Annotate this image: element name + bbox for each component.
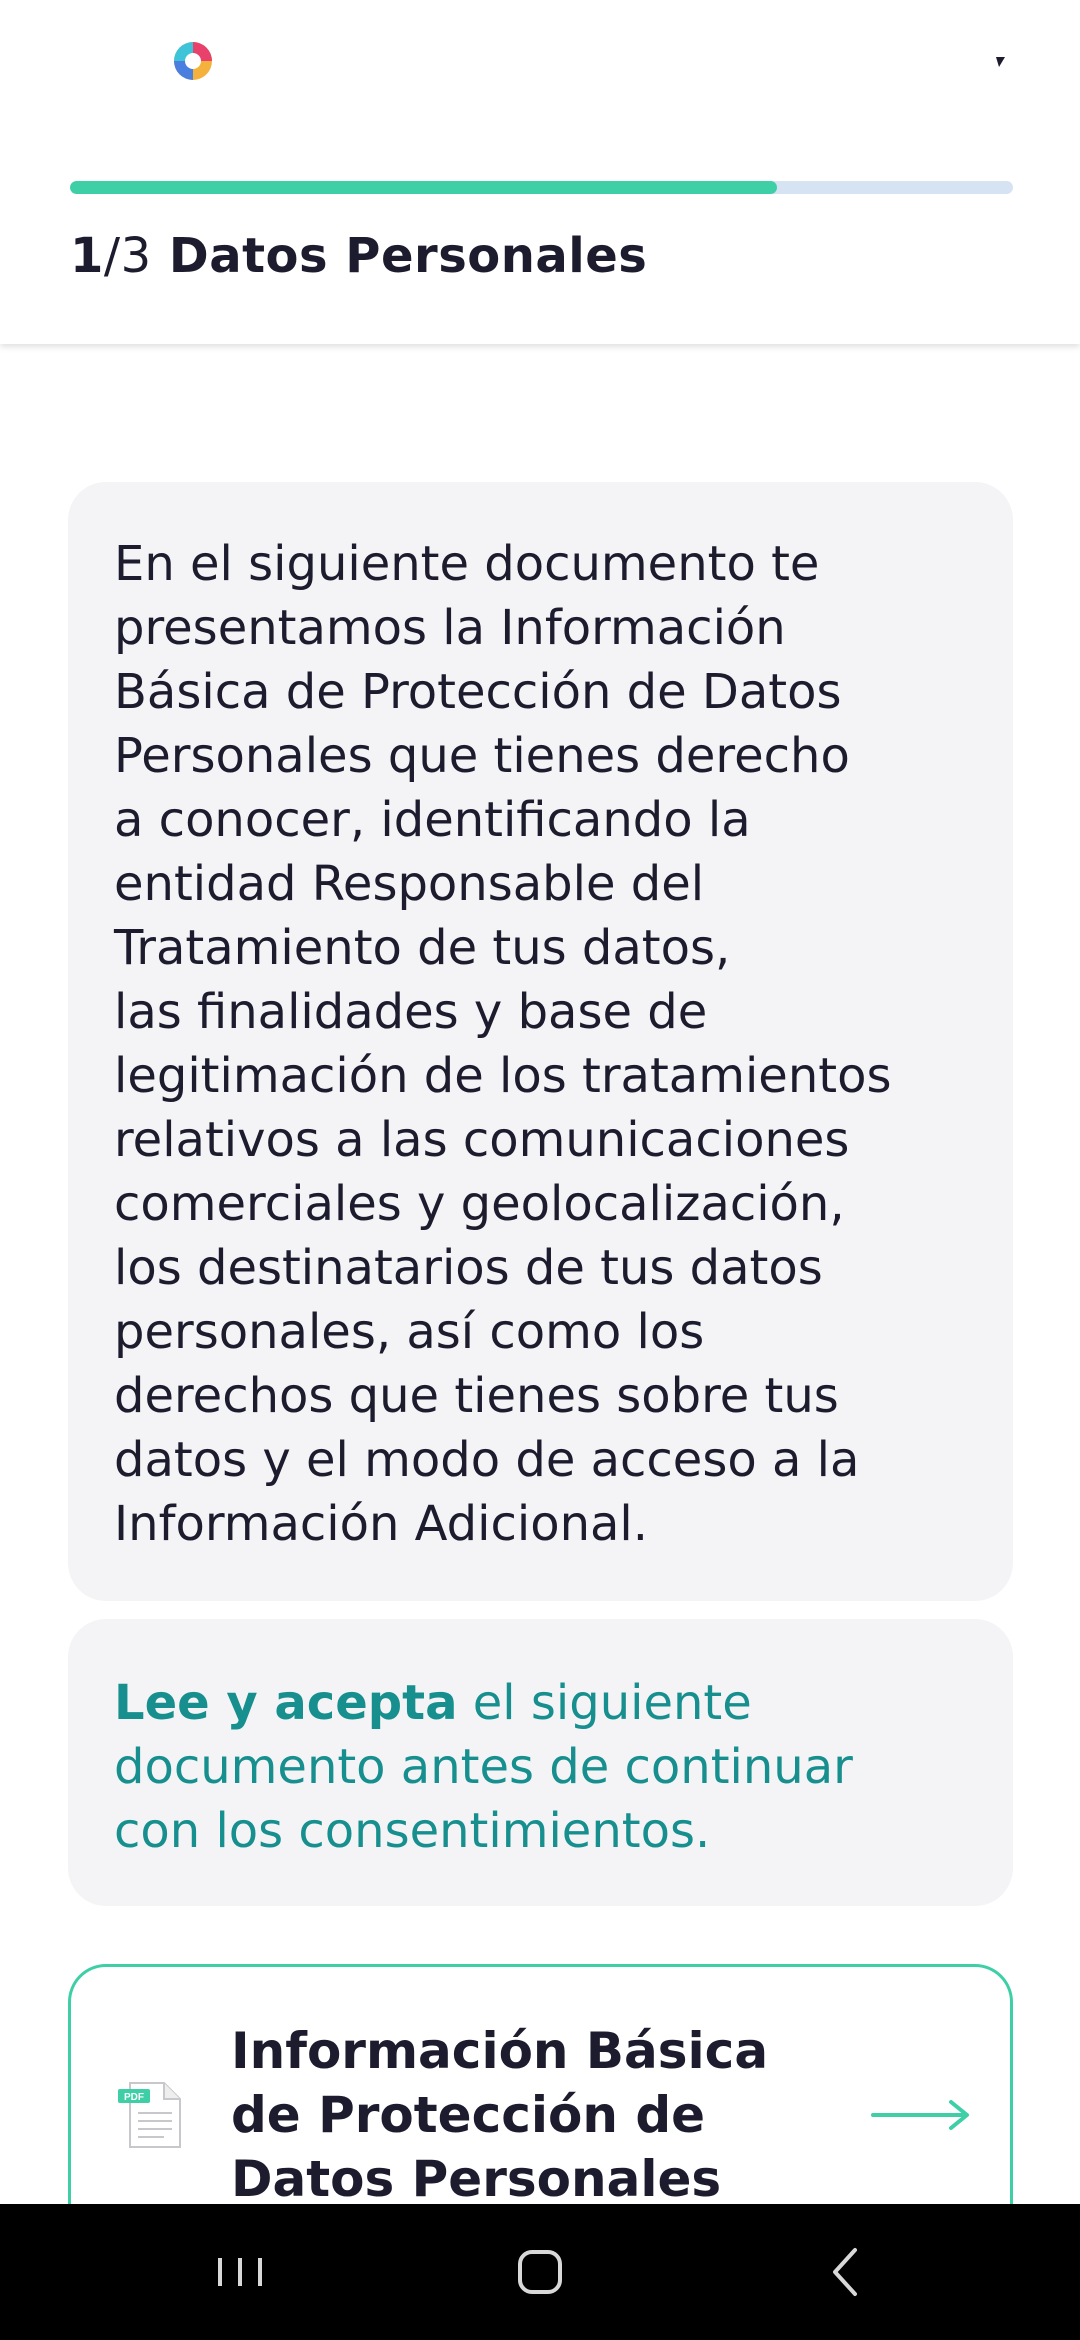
document-card[interactable]: PDF Información Básica de Protección de … <box>68 1964 1013 2224</box>
page-title: 1/3 Datos Personales <box>70 228 647 284</box>
step-label: Datos Personales <box>168 228 648 284</box>
progress-bar-fill <box>70 181 778 194</box>
arrow-right-icon[interactable] <box>871 2099 971 2131</box>
document-title: Información Básica de Protección de Dato… <box>231 2022 769 2208</box>
info-text: En el siguiente documento te presentamos… <box>114 536 892 1552</box>
notice-text: Lee y acepta el siguiente documento ante… <box>114 1671 984 1863</box>
step-current: 1 <box>70 228 104 284</box>
back-icon[interactable] <box>815 2242 875 2302</box>
home-icon[interactable] <box>510 2242 570 2302</box>
step-total: /3 <box>103 228 152 284</box>
header: 1/3 Datos Personales <box>0 0 1080 344</box>
app-logo-icon <box>174 42 212 80</box>
notice-strong: Lee y acepta <box>114 1675 458 1731</box>
signal-icon <box>996 57 1005 67</box>
recent-apps-icon[interactable] <box>210 2242 270 2302</box>
notice-card: Lee y acepta el siguiente documento ante… <box>68 1619 1013 1906</box>
system-navigation-bar <box>0 2204 1080 2340</box>
pdf-label: PDF <box>124 2092 144 2103</box>
pdf-file-icon: PDF <box>118 2082 181 2148</box>
info-card: En el siguiente documento te presentamos… <box>68 482 1013 1601</box>
progress-bar <box>70 181 1013 194</box>
